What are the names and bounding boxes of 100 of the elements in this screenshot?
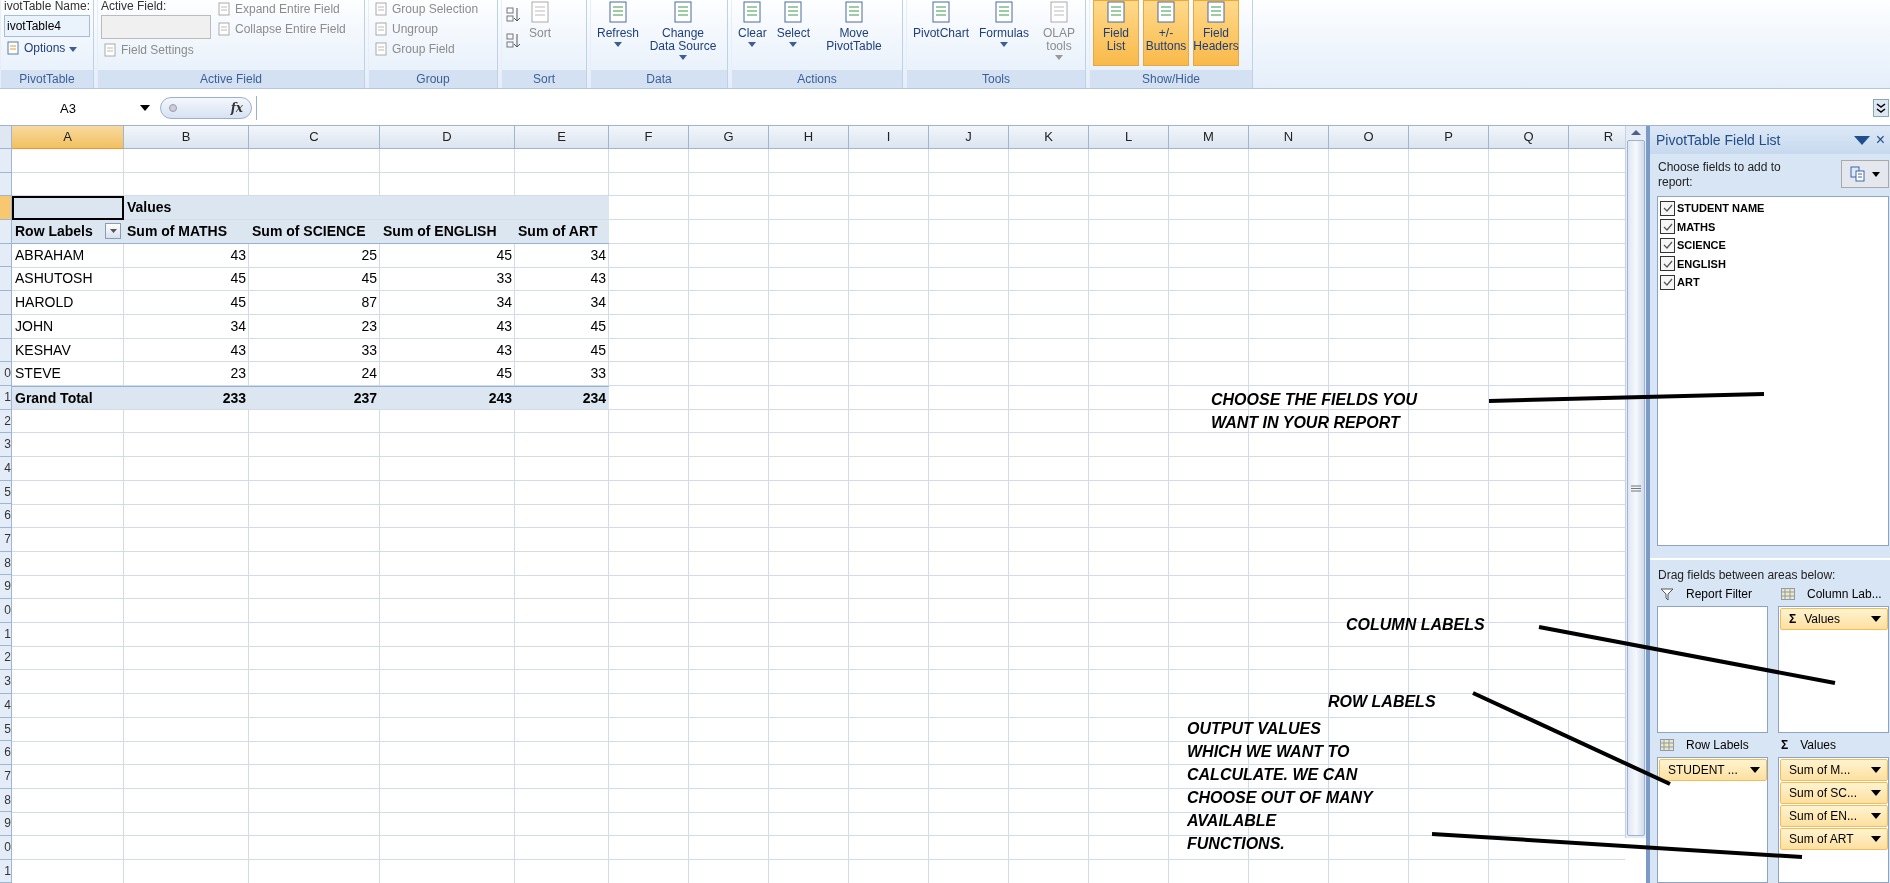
checkbox[interactable] [1660, 200, 1675, 216]
row-header[interactable]: 3 [0, 670, 12, 694]
row-header[interactable]: 1 [0, 385, 12, 410]
toggle-button[interactable]: Field List [1093, 0, 1139, 66]
ribbon-button[interactable]: Move PivotTable [817, 0, 892, 66]
row-header[interactable] [0, 267, 12, 292]
area-title: Values [1800, 737, 1836, 752]
field-pill[interactable]: Σ Values [1780, 608, 1888, 630]
row-header[interactable] [0, 314, 12, 339]
row-header[interactable] [0, 149, 12, 173]
ribbon-button[interactable]: Clear [735, 0, 770, 66]
column-header[interactable]: I [849, 126, 929, 149]
field-pill[interactable]: Sum of ART [1780, 827, 1888, 850]
column-header[interactable]: O [1329, 126, 1409, 149]
table-cell: 237 [249, 385, 380, 410]
column-header[interactable]: J [929, 126, 1009, 149]
field-checkbox[interactable]: ART [1660, 273, 1886, 292]
row-header[interactable] [0, 243, 12, 268]
scrollbar-thumb[interactable] [1627, 140, 1645, 836]
field-caption: Active Field: [101, 0, 167, 13]
row-header[interactable] [0, 291, 12, 315]
checkbox[interactable] [1660, 219, 1675, 235]
row-header[interactable]: 0 [0, 362, 12, 386]
name-box[interactable]: A3 [0, 100, 136, 116]
column-header[interactable]: D [380, 126, 515, 149]
column-header[interactable]: F [609, 126, 689, 149]
select-all-corner[interactable] [0, 126, 12, 149]
row-header[interactable]: 6 [0, 741, 12, 765]
field-pill[interactable]: Sum of M... [1780, 758, 1888, 781]
row-header[interactable] [0, 338, 12, 363]
table-cell-text: 45 [589, 316, 607, 336]
table-cell-text: 33 [360, 340, 378, 360]
checkbox[interactable] [1660, 237, 1675, 253]
row-header[interactable]: 7 [0, 764, 12, 789]
ribbon-button[interactable]: Formulas [976, 0, 1033, 66]
field-checkbox[interactable]: STUDENT NAME [1660, 199, 1886, 218]
toggle-button[interactable]: +/- Buttons [1143, 0, 1189, 66]
row-header[interactable]: 2 [0, 646, 12, 671]
row-header[interactable]: 7 [0, 528, 12, 552]
vertical-scrollbar[interactable] [1625, 126, 1646, 838]
column-header[interactable]: A [12, 126, 124, 149]
field-pill[interactable]: STUDENT ... [1659, 758, 1767, 781]
row-header[interactable]: 0 [0, 599, 12, 623]
table-cell-text: Row Labels [15, 222, 93, 242]
row-header[interactable]: 4 [0, 693, 12, 718]
row-header[interactable]: 9 [0, 575, 12, 600]
column-header[interactable]: R [1569, 126, 1625, 149]
ribbon-button[interactable]: Select [773, 0, 814, 66]
table-cell-text: 43 [495, 340, 513, 360]
column-header[interactable]: E [515, 126, 609, 149]
row-header[interactable]: 8 [0, 551, 12, 576]
filter-dropdown-button[interactable] [105, 223, 121, 240]
ribbon-button[interactable]: Refresh [594, 0, 643, 66]
area-title: Report Filter [1686, 587, 1753, 601]
caret-icon [1871, 616, 1881, 622]
panel-instruction: Drag fields between areas below: [1657, 568, 1837, 582]
column-header[interactable]: C [249, 126, 380, 149]
row-header[interactable]: 3 [0, 433, 12, 457]
row-header[interactable]: 4 [0, 456, 12, 481]
row-header[interactable]: 2 [0, 409, 12, 434]
close-button[interactable]: × [1875, 131, 1885, 149]
row-header[interactable]: 1 [0, 859, 12, 883]
table-cell-text: ASHUTOSH [14, 269, 94, 289]
row-header[interactable]: 5 [0, 717, 12, 742]
row-header[interactable] [0, 172, 12, 197]
field-checkbox[interactable]: ENGLISH [1660, 254, 1886, 273]
row-header[interactable]: 8 [0, 788, 12, 813]
column-header[interactable]: N [1249, 126, 1329, 149]
column-header[interactable]: L [1089, 126, 1169, 149]
column-header[interactable]: Q [1489, 126, 1569, 149]
column-header[interactable]: M [1169, 126, 1249, 149]
table-cell-text: 33 [495, 269, 513, 289]
annotation-text: ROW LABELS [1328, 692, 1436, 712]
field-pill[interactable]: Sum of EN... [1780, 804, 1888, 827]
insert-function-button[interactable]: fx [230, 101, 243, 115]
row-header[interactable]: 6 [0, 504, 12, 528]
field-pill[interactable]: Sum of SC... [1780, 781, 1888, 804]
column-header[interactable]: K [1009, 126, 1089, 149]
field-checkbox[interactable]: SCIENCE [1660, 236, 1886, 255]
layout-button[interactable] [1841, 160, 1889, 188]
row-header[interactable]: 5 [0, 480, 12, 505]
checkbox[interactable] [1660, 274, 1675, 290]
row-header[interactable]: 1 [0, 622, 12, 647]
row-header[interactable] [0, 196, 12, 221]
column-header[interactable]: B [124, 126, 249, 149]
column-header[interactable]: G [689, 126, 769, 149]
column-header[interactable]: P [1409, 126, 1489, 149]
ribbon-button[interactable]: PivotChart [910, 0, 973, 66]
row-header[interactable] [0, 220, 12, 244]
sort-icon [505, 6, 521, 24]
ribbon-button[interactable]: Options [4, 39, 80, 57]
checkbox[interactable] [1660, 256, 1675, 272]
row-header[interactable]: 0 [0, 835, 12, 860]
field-checkbox[interactable]: MATHS [1660, 217, 1886, 236]
row-header[interactable]: 9 [0, 812, 12, 836]
toggle-button[interactable]: Field Headers [1193, 0, 1239, 66]
ribbon-button[interactable]: Change Data Source [646, 0, 721, 66]
column-header[interactable]: H [769, 126, 849, 149]
name-field[interactable]: ivotTable4 [4, 15, 90, 37]
table-cell-text: 87 [360, 293, 378, 313]
